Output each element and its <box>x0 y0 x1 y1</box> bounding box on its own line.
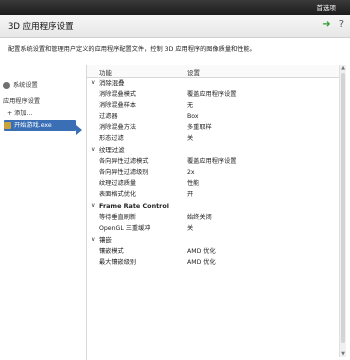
setting-value[interactable]: 2x <box>187 167 195 178</box>
setting-value[interactable]: 覆盖应用程序设置 <box>187 156 237 167</box>
chevron-down-icon[interactable]: ∨ <box>91 144 95 156</box>
back-arrow-icon[interactable]: ➜ <box>322 19 330 31</box>
setting-value[interactable]: AMD 优化 <box>187 257 216 268</box>
preferences-button[interactable]: 首选项 <box>313 3 341 13</box>
scroll-down-icon[interactable]: ▼ <box>340 351 346 357</box>
setting-value[interactable]: AMD 优化 <box>187 246 216 257</box>
sidebar-item-add[interactable]: + 添加... <box>3 108 83 119</box>
sidebar-item-label: 系统设置 <box>13 82 38 89</box>
table-row[interactable]: 各向异性过滤级别 2x <box>87 167 339 178</box>
table-row[interactable]: 形态过滤 关 <box>87 133 339 144</box>
selection-pointer <box>76 125 82 135</box>
system-settings-icon <box>3 81 10 89</box>
nav-icons: ➜ ? <box>322 19 344 31</box>
table-row[interactable]: 消除混叠方法 多重取样 <box>87 122 339 133</box>
table-row[interactable]: 消除混叠样本 无 <box>87 100 339 111</box>
section-title: 纹理过滤 <box>99 146 125 154</box>
table-row[interactable]: 等待垂直刷新 始终关闭 <box>87 212 339 223</box>
sidebar-item-label: 开始游戏.exe <box>14 122 52 129</box>
chevron-down-icon[interactable]: ∨ <box>91 77 95 89</box>
table-row[interactable]: 最大镶嵌级别 AMD 优化 <box>87 257 339 268</box>
setting-value[interactable]: 性能 <box>187 178 199 189</box>
setting-name: OpenGL 三重缓冲 <box>99 225 151 232</box>
setting-value[interactable]: 开 <box>187 189 193 200</box>
setting-value[interactable]: Box <box>187 111 199 122</box>
column-header-feature: 功能 <box>99 69 112 77</box>
setting-name: 过滤器 <box>99 113 118 120</box>
section-title: 消除混叠 <box>99 79 125 87</box>
setting-value[interactable]: 覆盖应用程序设置 <box>187 89 237 100</box>
table-row[interactable]: 纹理过滤质量 性能 <box>87 178 339 189</box>
settings-table: 功能 设置 ∨ 消除混叠 消除混叠模式 覆盖应用程序设置 消除混叠样本无过滤器 Box 消除… <box>86 65 339 360</box>
setting-value[interactable]: 始终关闭 <box>187 212 212 223</box>
section-header[interactable]: ∨ 镶嵌 <box>87 234 339 246</box>
sidebar: 系统设置 应用程序设置 + 添加... 开始游戏.exe <box>0 72 80 360</box>
section-header[interactable]: ∨ 消除混叠 <box>87 77 339 89</box>
chevron-down-icon[interactable]: ∨ <box>91 200 95 212</box>
help-icon[interactable]: ? <box>339 19 344 31</box>
setting-name: 消除混叠样本 <box>99 102 137 109</box>
setting-name: 最大镶嵌级别 <box>99 259 137 266</box>
column-header-setting: 设置 <box>187 69 200 77</box>
section-title: Frame Rate Control <box>99 202 169 210</box>
setting-value[interactable]: 关 <box>187 133 193 144</box>
table-row[interactable]: 各向异性过滤模式 覆盖应用程序设置 <box>87 156 339 167</box>
setting-name: 形态过滤 <box>99 135 124 142</box>
table-row[interactable]: 表面格式优化 开 <box>87 189 339 200</box>
setting-value[interactable]: 无 <box>187 100 193 111</box>
scroll-thumb[interactable] <box>341 73 345 343</box>
setting-name: 纹理过滤质量 <box>99 180 137 187</box>
header: 3D 应用程序设置 ➜ ? <box>0 15 350 38</box>
sidebar-item-system-settings[interactable]: 系统设置 <box>3 80 79 91</box>
setting-name: 消除混叠模式 <box>99 91 137 98</box>
setting-value[interactable]: 关 <box>187 223 193 234</box>
table-row[interactable]: 消除混叠模式 覆盖应用程序设置 <box>87 89 339 100</box>
section-header[interactable]: ∨ Frame Rate Control <box>87 200 339 212</box>
top-bar: 首选项 <box>0 0 350 15</box>
page-title: 3D 应用程序设置 <box>8 22 74 32</box>
section-header[interactable]: ∨ 纹理过滤 <box>87 144 339 156</box>
page-description: 配置系统设置和管理用户定义的应用程序配置文件，控制 3D 应用程序的图像质量和性… <box>8 46 256 53</box>
table-row[interactable]: 过滤器 Box <box>87 111 339 122</box>
sidebar-item-label: + 添加... <box>7 110 33 117</box>
app-icon <box>4 121 11 129</box>
sidebar-item-app-settings[interactable]: 应用程序设置 <box>3 96 79 107</box>
sidebar-item-selected-app[interactable]: 开始游戏.exe <box>4 120 76 131</box>
setting-value[interactable]: 多重取样 <box>187 122 212 133</box>
setting-name: 表面格式优化 <box>99 191 137 198</box>
setting-name: 镶嵌模式 <box>99 248 124 255</box>
setting-name: 消除混叠方法 <box>99 124 137 131</box>
table-body: ∨ 消除混叠 消除混叠模式 覆盖应用程序设置 消除混叠样本无过滤器 Box 消除混叠方法 多重… <box>87 77 339 268</box>
scrollbar[interactable]: ▲ ▼ <box>339 65 346 357</box>
setting-name: 各向异性过滤模式 <box>99 158 149 165</box>
scroll-up-icon[interactable]: ▲ <box>340 65 346 71</box>
table-row[interactable]: OpenGL 三重缓冲 关 <box>87 223 339 234</box>
chevron-down-icon[interactable]: ∨ <box>91 234 95 246</box>
table-row[interactable]: 镶嵌模式 AMD 优化 <box>87 246 339 257</box>
section-title: 镶嵌 <box>99 236 112 244</box>
sidebar-item-label: 应用程序设置 <box>3 98 41 105</box>
setting-name: 等待垂直刷新 <box>99 214 137 221</box>
setting-name: 各向异性过滤级别 <box>99 169 149 176</box>
